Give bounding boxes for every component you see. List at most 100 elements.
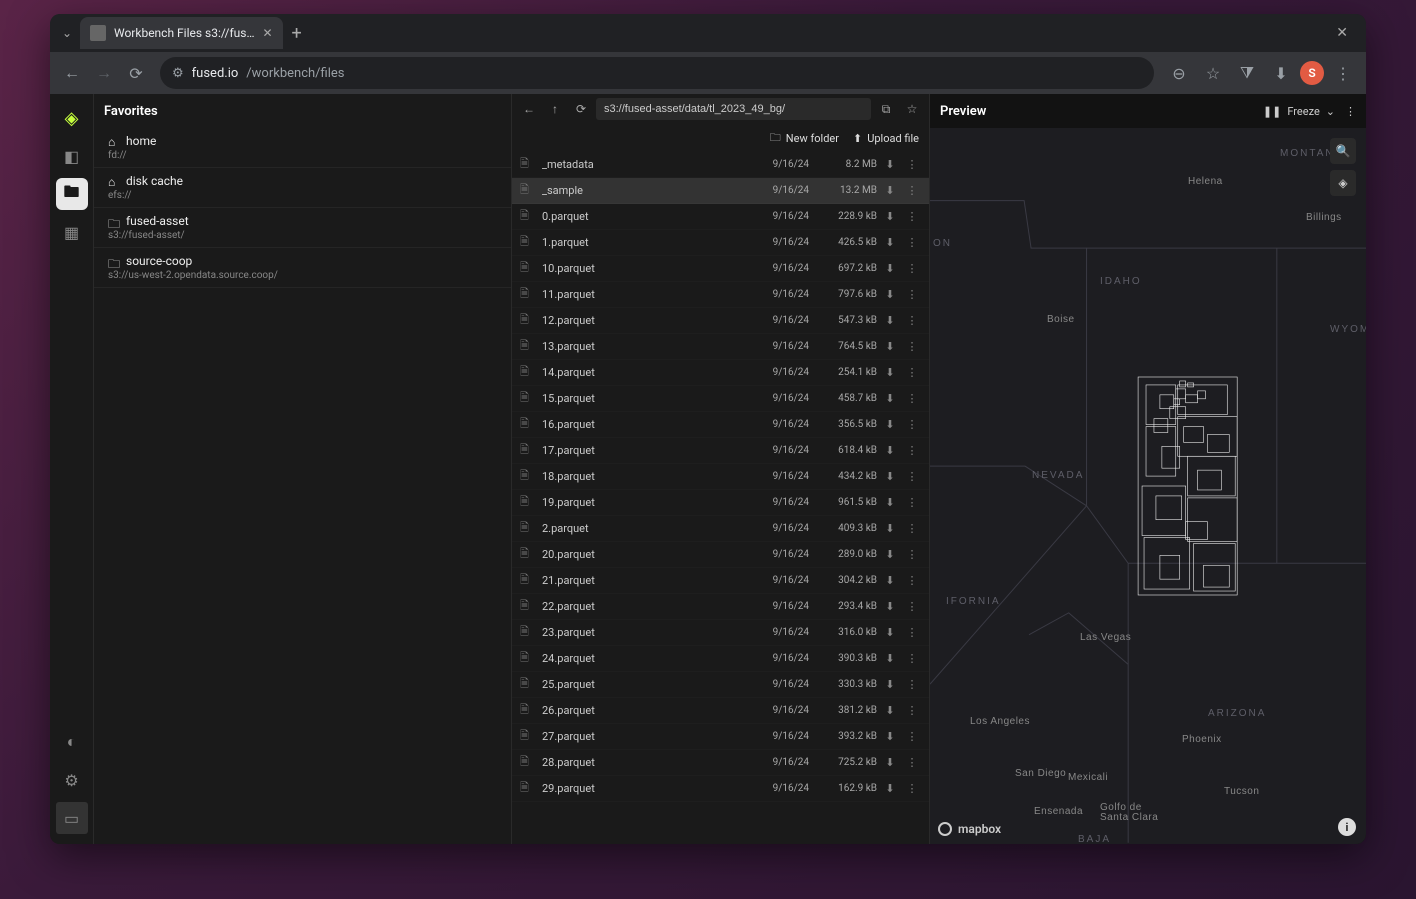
nav-reload-icon[interactable]: ⟳ bbox=[122, 64, 150, 83]
file-row[interactable]: 🗎21.parquet9/16/24304.2 kB⬇⋮ bbox=[512, 568, 929, 594]
tab-close-icon[interactable]: ✕ bbox=[263, 26, 273, 40]
map-layers-icon[interactable]: ◈ bbox=[1330, 170, 1356, 196]
file-menu-icon[interactable]: ⋮ bbox=[903, 444, 921, 457]
file-row[interactable]: 🗎13.parquet9/16/24764.5 kB⬇⋮ bbox=[512, 334, 929, 360]
file-menu-icon[interactable]: ⋮ bbox=[903, 210, 921, 223]
file-row[interactable]: 🗎0.parquet9/16/24228.9 kB⬇⋮ bbox=[512, 204, 929, 230]
file-menu-icon[interactable]: ⋮ bbox=[903, 522, 921, 535]
map-canvas[interactable]: MONTANAHelenaBillingsIDAHOBoiseWYOMIONNE… bbox=[930, 128, 1366, 844]
bookmark-star-icon[interactable]: ☆ bbox=[1198, 64, 1228, 83]
path-input[interactable] bbox=[596, 98, 871, 120]
file-row[interactable]: 🗎29.parquet9/16/24162.9 kB⬇⋮ bbox=[512, 776, 929, 802]
rail-globe-icon[interactable]: ◐ bbox=[56, 726, 88, 758]
profile-avatar[interactable]: S bbox=[1300, 61, 1324, 85]
rail-expand-icon[interactable]: ▭ bbox=[56, 802, 88, 834]
file-menu-icon[interactable]: ⋮ bbox=[903, 262, 921, 275]
file-menu-icon[interactable]: ⋮ bbox=[903, 418, 921, 431]
file-menu-icon[interactable]: ⋮ bbox=[903, 366, 921, 379]
file-row[interactable]: 🗎_metadata9/16/248.2 MB⬇⋮ bbox=[512, 152, 929, 178]
zoom-icon[interactable]: ⊖ bbox=[1164, 64, 1194, 83]
rail-layers-icon[interactable]: ◧ bbox=[56, 140, 88, 172]
download-file-icon[interactable]: ⬇ bbox=[881, 548, 899, 561]
file-menu-icon[interactable]: ⋮ bbox=[903, 184, 921, 197]
upload-file-button[interactable]: ⬆Upload file bbox=[853, 132, 919, 145]
site-permissions-icon[interactable]: ⚙ bbox=[172, 66, 184, 81]
window-close-icon[interactable]: ✕ bbox=[1326, 25, 1358, 41]
rail-settings-icon[interactable]: ⚙ bbox=[56, 764, 88, 796]
file-menu-icon[interactable]: ⋮ bbox=[903, 626, 921, 639]
copy-path-icon[interactable]: ⧉ bbox=[875, 102, 897, 117]
file-menu-icon[interactable]: ⋮ bbox=[903, 158, 921, 171]
file-row[interactable]: 🗎_sample9/16/2413.2 MB⬇⋮ bbox=[512, 178, 929, 204]
download-file-icon[interactable]: ⬇ bbox=[881, 418, 899, 431]
download-file-icon[interactable]: ⬇ bbox=[881, 730, 899, 743]
download-file-icon[interactable]: ⬇ bbox=[881, 522, 899, 535]
download-file-icon[interactable]: ⬇ bbox=[881, 496, 899, 509]
favorite-item[interactable]: 🗀fused-assets3://fused-asset/ bbox=[94, 208, 511, 248]
file-row[interactable]: 🗎1.parquet9/16/24426.5 kB⬇⋮ bbox=[512, 230, 929, 256]
file-row[interactable]: 🗎11.parquet9/16/24797.6 kB⬇⋮ bbox=[512, 282, 929, 308]
file-menu-icon[interactable]: ⋮ bbox=[903, 470, 921, 483]
file-menu-icon[interactable]: ⋮ bbox=[903, 314, 921, 327]
file-row[interactable]: 🗎12.parquet9/16/24547.3 kB⬇⋮ bbox=[512, 308, 929, 334]
file-row[interactable]: 🗎26.parquet9/16/24381.2 kB⬇⋮ bbox=[512, 698, 929, 724]
downloads-icon[interactable]: ⬇ bbox=[1266, 64, 1296, 83]
download-file-icon[interactable]: ⬇ bbox=[881, 444, 899, 457]
download-file-icon[interactable]: ⬇ bbox=[881, 288, 899, 301]
file-menu-icon[interactable]: ⋮ bbox=[903, 756, 921, 769]
file-row[interactable]: 🗎19.parquet9/16/24961.5 kB⬇⋮ bbox=[512, 490, 929, 516]
file-row[interactable]: 🗎20.parquet9/16/24289.0 kB⬇⋮ bbox=[512, 542, 929, 568]
favorite-item[interactable]: ⌂homefd:// bbox=[94, 128, 511, 168]
file-menu-icon[interactable]: ⋮ bbox=[903, 678, 921, 691]
omnibox[interactable]: ⚙ fused.io/workbench/files bbox=[160, 57, 1154, 89]
logo-icon[interactable]: ◈ bbox=[56, 102, 88, 134]
file-row[interactable]: 🗎10.parquet9/16/24697.2 kB⬇⋮ bbox=[512, 256, 929, 282]
file-row[interactable]: 🗎16.parquet9/16/24356.5 kB⬇⋮ bbox=[512, 412, 929, 438]
file-menu-icon[interactable]: ⋮ bbox=[903, 600, 921, 613]
tab-list-caret-icon[interactable]: ⌄ bbox=[58, 26, 76, 40]
file-menu-icon[interactable]: ⋮ bbox=[903, 288, 921, 301]
file-row[interactable]: 🗎17.parquet9/16/24618.4 kB⬇⋮ bbox=[512, 438, 929, 464]
path-up-icon[interactable]: ↑ bbox=[544, 102, 566, 116]
file-menu-icon[interactable]: ⋮ bbox=[903, 574, 921, 587]
file-row[interactable]: 🗎27.parquet9/16/24393.2 kB⬇⋮ bbox=[512, 724, 929, 750]
rail-grid-icon[interactable]: ▦ bbox=[56, 216, 88, 248]
extensions-icon[interactable]: ⧩ bbox=[1232, 63, 1262, 83]
download-file-icon[interactable]: ⬇ bbox=[881, 158, 899, 171]
download-file-icon[interactable]: ⬇ bbox=[881, 600, 899, 613]
download-file-icon[interactable]: ⬇ bbox=[881, 314, 899, 327]
download-file-icon[interactable]: ⬇ bbox=[881, 704, 899, 717]
file-menu-icon[interactable]: ⋮ bbox=[903, 392, 921, 405]
file-row[interactable]: 🗎24.parquet9/16/24390.3 kB⬇⋮ bbox=[512, 646, 929, 672]
file-menu-icon[interactable]: ⋮ bbox=[903, 652, 921, 665]
file-row[interactable]: 🗎23.parquet9/16/24316.0 kB⬇⋮ bbox=[512, 620, 929, 646]
preview-menu-icon[interactable]: ⋮ bbox=[1345, 105, 1356, 118]
file-menu-icon[interactable]: ⋮ bbox=[903, 704, 921, 717]
download-file-icon[interactable]: ⬇ bbox=[881, 366, 899, 379]
download-file-icon[interactable]: ⬇ bbox=[881, 652, 899, 665]
file-row[interactable]: 🗎15.parquet9/16/24458.7 kB⬇⋮ bbox=[512, 386, 929, 412]
file-row[interactable]: 🗎14.parquet9/16/24254.1 kB⬇⋮ bbox=[512, 360, 929, 386]
browser-menu-icon[interactable]: ⋮ bbox=[1328, 64, 1358, 83]
download-file-icon[interactable]: ⬇ bbox=[881, 262, 899, 275]
file-menu-icon[interactable]: ⋮ bbox=[903, 548, 921, 561]
download-file-icon[interactable]: ⬇ bbox=[881, 210, 899, 223]
rail-files-icon[interactable]: 🖿 bbox=[56, 178, 88, 210]
file-menu-icon[interactable]: ⋮ bbox=[903, 782, 921, 795]
nav-back-icon[interactable]: ← bbox=[58, 63, 86, 83]
file-list[interactable]: 🗎_metadata9/16/248.2 MB⬇⋮🗎_sample9/16/24… bbox=[512, 152, 929, 844]
file-row[interactable]: 🗎22.parquet9/16/24293.4 kB⬇⋮ bbox=[512, 594, 929, 620]
download-file-icon[interactable]: ⬇ bbox=[881, 470, 899, 483]
favorite-path-icon[interactable]: ☆ bbox=[901, 102, 923, 116]
download-file-icon[interactable]: ⬇ bbox=[881, 392, 899, 405]
file-row[interactable]: 🗎2.parquet9/16/24409.3 kB⬇⋮ bbox=[512, 516, 929, 542]
file-menu-icon[interactable]: ⋮ bbox=[903, 236, 921, 249]
new-folder-button[interactable]: 🗀New folder bbox=[770, 129, 839, 148]
browser-tab[interactable]: Workbench Files s3://fus… ✕ bbox=[80, 17, 283, 49]
freeze-button[interactable]: ❚❚ Freeze ⌄ bbox=[1263, 105, 1335, 118]
download-file-icon[interactable]: ⬇ bbox=[881, 184, 899, 197]
path-refresh-icon[interactable]: ⟳ bbox=[570, 102, 592, 116]
download-file-icon[interactable]: ⬇ bbox=[881, 678, 899, 691]
file-menu-icon[interactable]: ⋮ bbox=[903, 340, 921, 353]
file-row[interactable]: 🗎25.parquet9/16/24330.3 kB⬇⋮ bbox=[512, 672, 929, 698]
